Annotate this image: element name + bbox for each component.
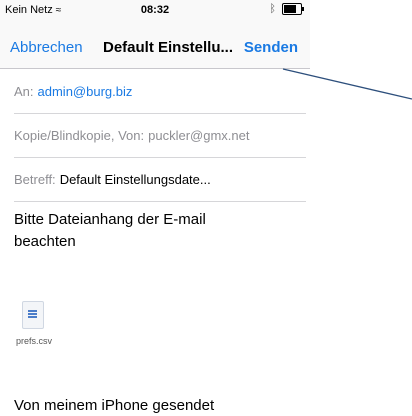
annotation-arrow [282,68,412,100]
annotation-arrow-line [282,68,412,100]
